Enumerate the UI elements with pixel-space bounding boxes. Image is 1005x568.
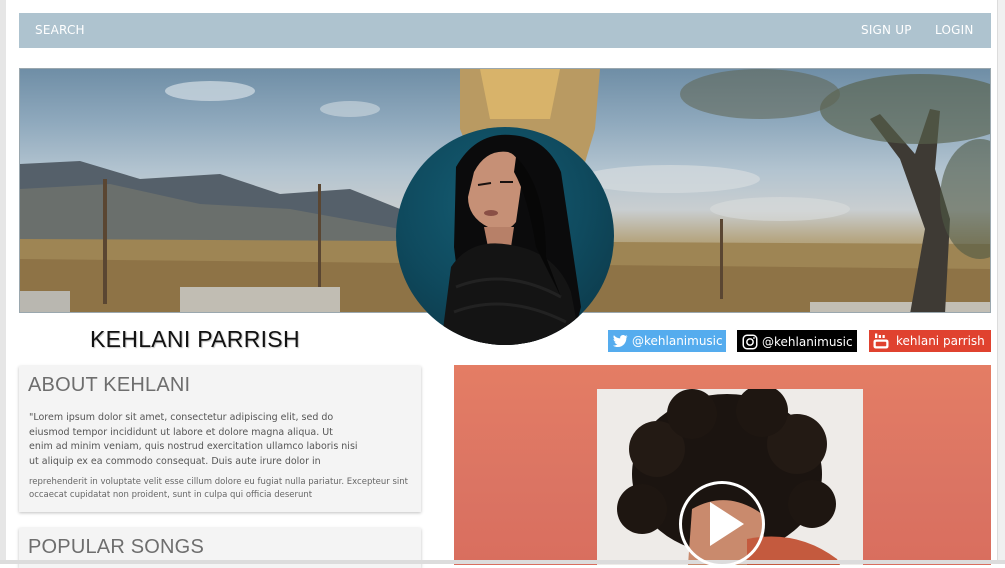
twitter-handle: @kehlanimusic — [632, 334, 723, 348]
play-video-button[interactable] — [679, 481, 765, 567]
top-navbar: SEARCH SIGN UP LOGIN — [19, 13, 991, 48]
artist-name: KEHLANI PARRISH — [90, 326, 300, 352]
window-frame-left — [0, 0, 6, 564]
window-frame-right — [997, 0, 1005, 564]
signup-link[interactable]: SIGN UP — [861, 13, 912, 48]
instagram-link[interactable]: @kehlanimusic — [737, 330, 857, 352]
twitter-bird-icon — [612, 334, 628, 347]
about-text: "Lorem ipsum dolor sit amet, consectetur… — [29, 412, 358, 467]
youtube-channel-name: kehlani parrish — [896, 334, 985, 348]
instagram-icon — [742, 334, 758, 350]
login-link[interactable]: LOGIN — [935, 13, 974, 48]
about-text-continued: reprehenderit in voluptate velit esse ci… — [29, 477, 409, 500]
about-title: ABOUT KEHLANI — [28, 374, 191, 396]
window-frame-bottom — [0, 560, 1005, 564]
popular-songs-title: POPULAR SONGS — [28, 536, 204, 558]
about-card: ABOUT KEHLANI "Lorem ipsum dolor sit ame… — [19, 366, 421, 512]
twitter-link[interactable]: @kehlanimusic — [608, 330, 726, 352]
artist-avatar — [396, 127, 614, 345]
artist-portrait-photo — [441, 134, 581, 345]
instagram-handle: @kehlanimusic — [762, 335, 853, 349]
youtube-icon — [873, 333, 889, 349]
play-icon — [710, 502, 744, 546]
search-link[interactable]: SEARCH — [35, 13, 85, 48]
youtube-link[interactable]: kehlani parrish — [869, 330, 991, 352]
